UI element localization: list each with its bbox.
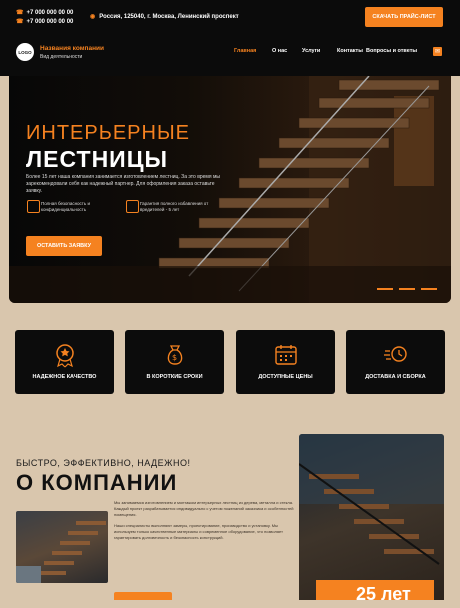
location-icon: ◉ bbox=[90, 14, 96, 20]
advantage-card-price: ДОСТУПНЫЕ ЦЕНЫ bbox=[236, 330, 335, 394]
about-paragraph-2: Наши специалисты выполняют замеры, проек… bbox=[114, 523, 283, 540]
top-bar: ☎ +7 000 000 00 00 ☎ +7 000 000 00 00 ◉ Рос… bbox=[0, 0, 460, 36]
delivery-icon bbox=[384, 346, 407, 362]
money-bag-icon: $ bbox=[167, 345, 183, 365]
phone-icon: ☎ bbox=[16, 10, 24, 16]
years-badge: 25 лет bbox=[316, 580, 434, 604]
about-paragraph-1: Мы занимаемся изготовлением и монтажом и… bbox=[114, 500, 294, 517]
phone-1[interactable]: +7 000 000 00 00 bbox=[26, 10, 73, 16]
nav-services[interactable]: Услуги bbox=[302, 48, 320, 54]
phone-2[interactable]: +7 000 000 00 00 bbox=[26, 19, 73, 25]
about-subtitle: БЫСТРО, ЭФФЕКТИВНО, НАДЕЖНО! bbox=[16, 458, 191, 468]
advantage-card-delivery: ДОСТАВКА И СБОРКА bbox=[346, 330, 445, 394]
slider-dot-3[interactable] bbox=[421, 288, 437, 290]
phone-block: ☎ +7 000 000 00 00 ☎ +7 000 000 00 00 bbox=[16, 9, 73, 27]
svg-text:$: $ bbox=[172, 353, 177, 362]
hero-feature-guarantee: Гарантия полного избавления от вредителе… bbox=[126, 200, 220, 213]
address: ◉ Россия, 125040, г. Москва, Ленинский пр… bbox=[90, 13, 239, 20]
about-more-button[interactable] bbox=[114, 592, 172, 600]
header: LOGO Названия компании Вид деятельности … bbox=[0, 36, 460, 76]
medal-icon bbox=[56, 344, 74, 368]
advantage-card-quality: НАДЕЖНОЕ КАЧЕСТВО bbox=[15, 330, 114, 394]
nav-home[interactable]: Главная bbox=[234, 48, 256, 54]
staircase-photo bbox=[299, 434, 444, 565]
advantage-label: В КОРОТКИЕ СРОКИ bbox=[146, 374, 203, 380]
hero-description: Более 15 лет наша компания занимается из… bbox=[26, 174, 220, 194]
phone-icon: ☎ bbox=[16, 19, 24, 25]
hero-feature-security: Полная безопасность и конфиденциальность bbox=[27, 200, 121, 213]
feature-text: Полная безопасность и конфиденциальность bbox=[41, 201, 90, 212]
slider-dot-2[interactable] bbox=[399, 288, 415, 290]
hero-title-line2: ЛЕСТНИЦЫ bbox=[26, 146, 169, 172]
company-name: Названия компании bbox=[40, 45, 104, 52]
address-text: Россия, 125040, г. Москва, Ленинский про… bbox=[99, 14, 239, 20]
hero-title-line1: ИНТЕРЬЕРНЫЕ bbox=[26, 122, 191, 144]
download-price-button[interactable]: СКАЧАТЬ ПРАЙС-ЛИСТ bbox=[365, 7, 443, 27]
company-activity: Вид деятельности bbox=[40, 54, 83, 60]
staircase-photo bbox=[16, 521, 106, 583]
shield-icon bbox=[27, 200, 40, 213]
about-image-2 bbox=[299, 434, 444, 600]
about-text: Мы занимаемся изготовлением и монтажом и… bbox=[114, 500, 294, 546]
hero-banner: ИНТЕРЬЕРНЫЕ ЛЕСТНИЦЫ Более 15 лет наша к… bbox=[9, 76, 451, 303]
slider-dot-1[interactable] bbox=[377, 288, 393, 290]
leave-request-button[interactable]: ОСТАВИТЬ ЗАЯВКУ bbox=[26, 236, 102, 256]
calendar-icon bbox=[275, 345, 297, 365]
logo[interactable]: LOGO bbox=[16, 43, 34, 61]
chat-icon[interactable]: ✉ bbox=[433, 47, 442, 56]
nav-faq[interactable]: Вопросы и ответы bbox=[366, 48, 417, 54]
award-icon bbox=[126, 200, 139, 213]
about-title: О КОМПАНИИ bbox=[16, 470, 178, 495]
advantage-card-speed: $ В КОРОТКИЕ СРОКИ bbox=[125, 330, 224, 394]
nav-about[interactable]: О нас bbox=[272, 48, 287, 54]
about-image-1 bbox=[16, 511, 108, 583]
advantage-label: ДОСТАВКА И СБОРКА bbox=[365, 374, 426, 380]
feature-text: Гарантия полного избавления от вредителе… bbox=[140, 201, 209, 212]
advantage-label: НАДЕЖНОЕ КАЧЕСТВО bbox=[32, 374, 97, 380]
advantage-label: ДОСТУПНЫЕ ЦЕНЫ bbox=[258, 374, 313, 380]
nav-contacts[interactable]: Контакты bbox=[337, 48, 363, 54]
